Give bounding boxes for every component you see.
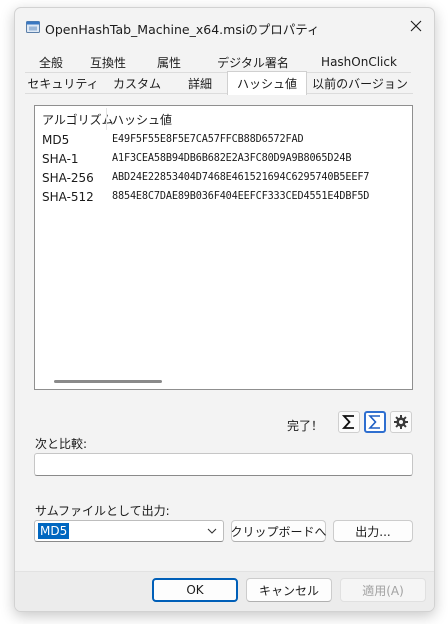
tab-hashonclick[interactable]: HashOnClick [307, 52, 411, 73]
column-hash[interactable]: ハッシュ値 [112, 111, 172, 128]
list-row-sha512[interactable]: SHA-512 8854E8C7DAE89B036F404EEFCF333CED… [35, 188, 412, 207]
list-row-sha1[interactable]: SHA-1 A1F3CEA58B94DB6B682E2A3FC80D9A9B80… [35, 150, 412, 169]
algorithm-select-value: MD5 [38, 523, 70, 539]
hash-list[interactable]: アルゴリズム ハッシュ値 MD5 E49F5F55E8F5E7CA57FFCB8… [34, 105, 413, 390]
row-hash: ABD24E22853404D7468E461521694C6295740B5E… [112, 172, 370, 183]
status-text: 完了！ [287, 419, 324, 433]
row-hash: E49F5F55E8F5E7CA57FFCB88D6572FAD [112, 134, 304, 145]
column-algorithm[interactable]: アルゴリズム [42, 111, 114, 128]
export-sum-button[interactable] [364, 411, 386, 433]
chevron-down-icon [207, 528, 217, 534]
row-algorithm: SHA-1 [42, 152, 79, 166]
sum-button[interactable] [338, 411, 360, 433]
horizontal-scrollbar[interactable] [54, 380, 162, 383]
app-file-icon [26, 21, 40, 33]
tab-details[interactable]: 詳細 [173, 73, 227, 94]
cancel-button[interactable]: キャンセル [246, 578, 332, 602]
copy-to-clipboard-button[interactable]: クリップボードへ [231, 520, 327, 542]
compare-input[interactable] [34, 453, 413, 476]
tab-custom[interactable]: カスタム [101, 73, 173, 94]
settings-button[interactable] [390, 411, 412, 433]
title-bar: OpenHashTab_Machine_x64.msiのプロパティ [15, 8, 434, 46]
algorithm-select[interactable]: MD5 [34, 520, 224, 542]
output-button[interactable]: 出力... [333, 520, 413, 542]
gear-icon [394, 415, 408, 429]
close-icon [410, 20, 422, 32]
list-row-md5[interactable]: MD5 E49F5F55E8F5E7CA57FFCB88D6572FAD [35, 131, 412, 150]
apply-button[interactable]: 適用(A) [340, 578, 426, 602]
window-title: OpenHashTab_Machine_x64.msiのプロパティ [45, 22, 320, 37]
tab-security[interactable]: セキュリティ [25, 73, 101, 94]
hash-panel: アルゴリズム ハッシュ値 MD5 E49F5F55E8F5E7CA57FFCB8… [25, 94, 423, 564]
export-sum-icon [368, 415, 380, 429]
row-hash: 8854E8C7DAE89B036F404EEFCF333CED4551E4DB… [112, 191, 370, 202]
tab-attributes[interactable]: 属性 [139, 52, 199, 73]
ok-button[interactable]: OK [152, 578, 238, 602]
close-button[interactable] [398, 8, 434, 44]
tab-compatibility[interactable]: 互換性 [77, 52, 139, 73]
column-separator[interactable] [106, 108, 107, 130]
tab-previous-versions[interactable]: 以前のバージョン [307, 73, 413, 94]
list-header: アルゴリズム ハッシュ値 [35, 106, 412, 132]
row-algorithm: MD5 [42, 133, 70, 147]
tab-hash-values[interactable]: ハッシュ値 [227, 71, 307, 95]
output-label: サムファイルとして出力: [35, 504, 170, 518]
tab-general[interactable]: 全般 [25, 52, 77, 73]
compare-label: 次と比較: [35, 437, 88, 451]
dialog-footer: OK キャンセル 適用(A) [15, 571, 434, 611]
tab-digital-signature[interactable]: デジタル署名 [199, 52, 307, 73]
row-algorithm: SHA-512 [42, 190, 94, 204]
sigma-icon [341, 415, 354, 429]
properties-dialog: OpenHashTab_Machine_x64.msiのプロパティ 全般 互換性… [14, 7, 435, 612]
row-hash: A1F3CEA58B94DB6B682E2A3FC80D9A9B8065D24B [112, 153, 352, 164]
list-row-sha256[interactable]: SHA-256 ABD24E22853404D7468E461521694C62… [35, 169, 412, 188]
row-algorithm: SHA-256 [42, 171, 94, 185]
